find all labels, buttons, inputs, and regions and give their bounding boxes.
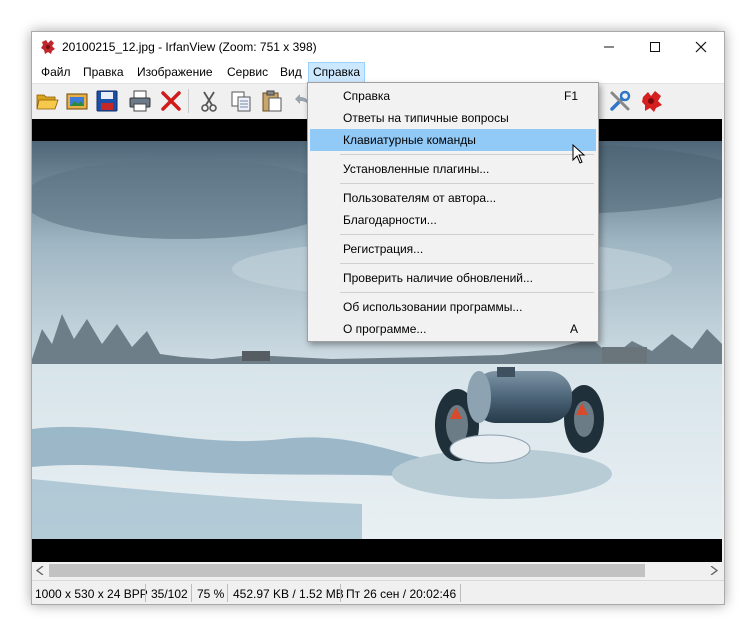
cut-icon[interactable]: [197, 89, 221, 113]
menu-edit[interactable]: Правка: [82, 65, 125, 79]
thumbnails-icon[interactable]: [65, 89, 89, 113]
menu-separator: [340, 292, 594, 293]
irfanview-logo-icon[interactable]: [640, 89, 664, 113]
paste-icon[interactable]: [260, 89, 284, 113]
status-zoom: 75 %: [197, 587, 225, 601]
menu-item-label: Клавиатурные команды: [343, 133, 476, 147]
scrollbar-thumb[interactable]: [49, 564, 645, 577]
menu-separator: [340, 234, 594, 235]
close-icon: [695, 41, 707, 53]
help-dropdown-menu: Справка F1 Ответы на типичные вопросы Кл…: [307, 82, 599, 342]
status-divider: [227, 584, 228, 602]
minimize-icon: [604, 46, 614, 48]
title-bar[interactable]: 20100215_12.jpg - IrfanView (Zoom: 751 x…: [32, 32, 724, 62]
menu-item-help[interactable]: Справка F1: [310, 85, 596, 107]
status-divider: [191, 584, 192, 602]
delete-icon[interactable]: [159, 89, 183, 113]
menu-item-about[interactable]: О программе... A: [310, 318, 596, 340]
menu-item-label: Проверить наличие обновлений...: [343, 271, 533, 285]
menu-separator: [340, 154, 594, 155]
menu-item-keyboard-shortcuts[interactable]: Клавиатурные команды: [310, 129, 596, 151]
menu-item-acknowledgements[interactable]: Благодарности...: [310, 209, 596, 231]
menu-item-label: Благодарности...: [343, 213, 437, 227]
copy-icon[interactable]: [229, 89, 253, 113]
menu-item-author-note[interactable]: Пользователям от автора...: [310, 187, 596, 209]
menu-item-registration[interactable]: Регистрация...: [310, 238, 596, 260]
maximize-icon: [650, 42, 660, 52]
status-filesize: 452.97 KB / 1.52 MB: [233, 587, 344, 601]
close-button[interactable]: [678, 32, 724, 62]
menu-item-label: Установленные плагины...: [343, 162, 490, 176]
status-index: 35/102: [151, 587, 188, 601]
menu-item-installed-plugins[interactable]: Установленные плагины...: [310, 158, 596, 180]
menu-bar: Файл Правка Изображение Сервис Вид Справ…: [32, 62, 724, 84]
settings-icon[interactable]: [608, 89, 632, 113]
menu-view[interactable]: Вид: [279, 65, 303, 79]
mouse-cursor-icon: [572, 144, 586, 164]
minimize-button[interactable]: [586, 32, 632, 62]
menu-item-label: Справка: [343, 89, 391, 103]
menu-separator: [340, 183, 594, 184]
scroll-right-icon[interactable]: [710, 566, 718, 575]
window-title: 20100215_12.jpg - IrfanView (Zoom: 751 x…: [62, 40, 317, 54]
menu-item-faq[interactable]: Ответы на типичные вопросы: [310, 107, 596, 129]
status-divider: [145, 584, 146, 602]
scroll-left-icon[interactable]: [36, 566, 44, 575]
toolbar-separator: [188, 89, 189, 113]
irfanview-app-icon: [41, 40, 55, 54]
menu-item-label: Регистрация...: [343, 242, 424, 256]
horizontal-scrollbar[interactable]: [32, 562, 722, 579]
maximize-button[interactable]: [632, 32, 678, 62]
status-dimensions: 1000 x 530 x 24 BPP: [35, 587, 148, 601]
print-icon[interactable]: [128, 89, 152, 113]
menu-item-shortcut: A: [569, 322, 578, 336]
save-icon[interactable]: [95, 89, 119, 113]
menu-item-label: Об использовании программы...: [343, 300, 523, 314]
menu-help[interactable]: Справка: [308, 62, 366, 83]
status-bar: 1000 x 530 x 24 BPP 35/102 75 % 452.97 K…: [32, 580, 724, 604]
menu-item-check-updates[interactable]: Проверить наличие обновлений...: [310, 267, 596, 289]
menu-item-label: Пользователям от автора...: [343, 191, 497, 205]
menu-image[interactable]: Изображение: [136, 65, 214, 79]
status-date: Пт 26 сен / 20:02:46: [346, 587, 457, 601]
menu-item-label: О программе...: [343, 322, 427, 336]
menu-file[interactable]: Файл: [40, 65, 72, 79]
menu-tools[interactable]: Сервис: [226, 65, 269, 79]
status-divider: [340, 584, 341, 602]
menu-item-usage-terms[interactable]: Об использовании программы...: [310, 296, 596, 318]
menu-item-shortcut: F1: [563, 89, 578, 103]
status-divider: [460, 584, 461, 602]
menu-separator: [340, 263, 594, 264]
open-folder-icon[interactable]: [35, 89, 59, 113]
menu-item-label: Ответы на типичные вопросы: [343, 111, 509, 125]
